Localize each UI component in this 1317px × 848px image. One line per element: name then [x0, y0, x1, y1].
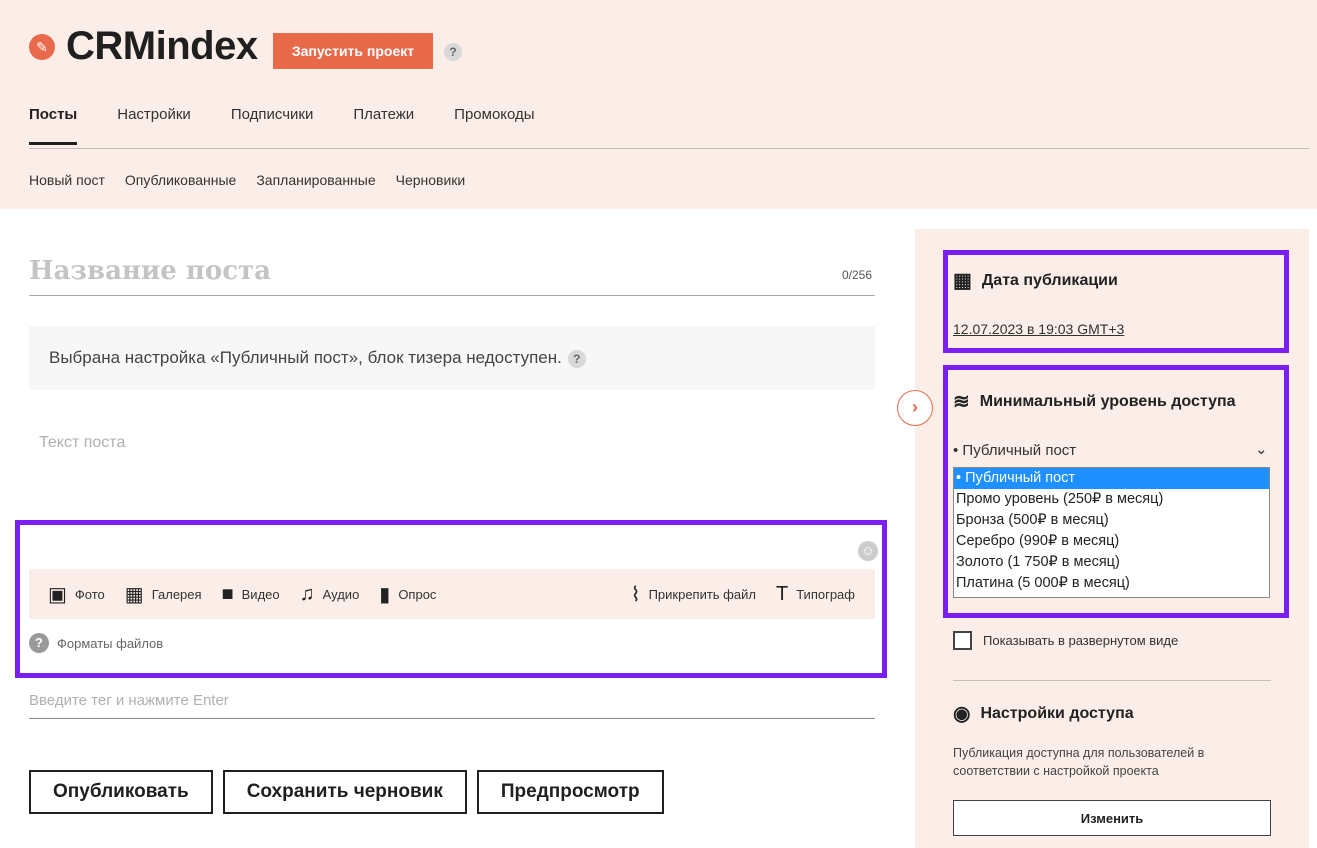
- collapse-sidebar-button[interactable]: ›: [897, 390, 933, 426]
- question-icon: ?: [29, 633, 49, 653]
- access-option[interactable]: Серебро (990₽ в месяц): [954, 531, 1269, 552]
- sub-tabs: Новый пост Опубликованные Запланированны…: [29, 172, 485, 188]
- tag-input[interactable]: Введите тег и нажмите Enter: [29, 692, 229, 709]
- photo-label: Фото: [74, 586, 105, 602]
- save-draft-button[interactable]: Сохранить черновик: [222, 770, 467, 814]
- access-level-select[interactable]: • Публичный пост: [953, 442, 1076, 459]
- post-body-input[interactable]: Текст поста: [39, 434, 125, 452]
- chevron-down-icon[interactable]: ⌄: [1255, 440, 1268, 458]
- access-settings-title: Настройки доступа: [980, 704, 1134, 722]
- pencil-icon: ✎: [29, 34, 55, 60]
- typograph-label: Типограф: [796, 586, 855, 602]
- access-level-value: Публичный пост: [962, 442, 1077, 459]
- tabs-divider: [29, 148, 1309, 149]
- main-tabs: Посты Настройки Подписчики Платежи Промо…: [29, 106, 575, 145]
- tag-underline: [29, 718, 875, 719]
- show-expanded-label: Показывать в развернутом виде: [983, 633, 1179, 648]
- poll-label: Опрос: [398, 586, 437, 602]
- access-settings-description: Публикация доступна для пользователей в …: [953, 746, 1205, 778]
- change-access-button[interactable]: Изменить: [953, 800, 1271, 836]
- publish-date-heading: ▦ Дата публикации: [953, 268, 1118, 293]
- header: ✎ CRMindex Запустить проект ? Посты Наст…: [0, 0, 1317, 209]
- access-option[interactable]: Платина (5 000₽ в месяц): [954, 573, 1269, 594]
- sidebar-divider: [953, 680, 1271, 681]
- access-option-label: Публичный пост: [965, 470, 1076, 486]
- publish-date-section: [943, 250, 1289, 353]
- app-title: CRMindex: [66, 24, 258, 68]
- show-expanded-checkbox[interactable]: [953, 631, 972, 650]
- audio-button[interactable]: ♫ Аудио: [300, 583, 360, 606]
- access-option[interactable]: Бронза (500₽ в месяц): [954, 510, 1269, 531]
- poll-icon: ▮: [379, 583, 391, 606]
- access-option[interactable]: Промо уровень (250₽ в месяц): [954, 489, 1269, 510]
- formats-label: Форматы файлов: [57, 635, 164, 651]
- file-formats-link[interactable]: ? Форматы файлов: [29, 633, 163, 653]
- tab-payments[interactable]: Платежи: [353, 106, 414, 145]
- subtab-scheduled[interactable]: Запланированные: [256, 172, 375, 188]
- notice-text: Выбрана настройка «Публичный пост», блок…: [49, 348, 562, 367]
- typograph-button[interactable]: T Типограф: [776, 583, 855, 606]
- launch-project-button[interactable]: Запустить проект: [273, 33, 433, 69]
- coins-icon: ≋: [953, 391, 970, 413]
- access-level-heading: ≋ Минимальный уровень доступа: [953, 389, 1236, 414]
- tab-promocodes[interactable]: Промокоды: [454, 106, 534, 145]
- access-level-dropdown: • Публичный пост Промо уровень (250₽ в м…: [953, 467, 1270, 598]
- video-icon: ■: [221, 582, 234, 605]
- music-icon: ♫: [299, 582, 315, 605]
- tab-settings[interactable]: Настройки: [117, 106, 191, 145]
- subtab-new-post[interactable]: Новый пост: [29, 172, 105, 188]
- subtab-drafts[interactable]: Черновики: [396, 172, 466, 188]
- access-option[interactable]: • Публичный пост: [954, 468, 1269, 489]
- photo-button[interactable]: ▣ Фото: [48, 582, 105, 607]
- calendar-icon: ▦: [953, 270, 972, 292]
- poll-button[interactable]: ▮ Опрос: [379, 582, 436, 607]
- publish-button[interactable]: Опубликовать: [29, 770, 213, 814]
- subtab-published[interactable]: Опубликованные: [125, 172, 236, 188]
- video-label: Видео: [241, 586, 280, 602]
- help-icon[interactable]: ?: [444, 43, 462, 61]
- paperclip-icon: ⌇: [630, 583, 641, 606]
- media-toolbar: ▣ Фото ▦ Галерея ■ Видео ♫ Аудио ▮ Опрос ⌇ При…: [29, 569, 875, 619]
- audio-label: Аудио: [322, 586, 360, 602]
- video-button[interactable]: ■ Видео: [222, 583, 280, 606]
- preview-button[interactable]: Предпросмотр: [476, 770, 664, 814]
- notice-help-icon[interactable]: ?: [567, 349, 586, 368]
- attachment-toolbar-area: ☺ ▣ Фото ▦ Галерея ■ Видео ♫ Аудио ▮ Опрос ⌇ П…: [15, 520, 887, 678]
- gallery-label: Галерея: [151, 586, 202, 602]
- teaser-notice: Выбрана настройка «Публичный пост», блок…: [29, 326, 875, 390]
- access-level-title: Минимальный уровень доступа: [979, 392, 1236, 410]
- access-option[interactable]: Золото (1 750₽ в месяц): [954, 552, 1269, 573]
- typograph-icon: T: [775, 582, 789, 605]
- access-settings-heading: ◉ Настройки доступа: [953, 701, 1134, 726]
- eye-icon: ◉: [953, 703, 971, 725]
- action-buttons: Опубликовать Сохранить черновик Предпрос…: [29, 770, 674, 814]
- title-counter: 0/256: [842, 268, 873, 282]
- attach-file-button[interactable]: ⌇ Прикрепить файл: [631, 582, 756, 607]
- publish-date-title: Дата публикации: [981, 271, 1118, 289]
- post-title-input[interactable]: Название поста: [29, 256, 271, 286]
- gallery-icon: ▦: [124, 583, 144, 606]
- show-expanded-option: Показывать в развернутом виде: [953, 631, 1178, 650]
- tab-posts[interactable]: Посты: [29, 106, 78, 145]
- tab-subscribers[interactable]: Подписчики: [231, 106, 314, 145]
- attach-label: Прикрепить файл: [648, 586, 756, 602]
- gallery-button[interactable]: ▦ Галерея: [125, 582, 202, 607]
- publish-date-link[interactable]: 12.07.2023 в 19:03 GMT+3: [953, 321, 1124, 337]
- photo-icon: ▣: [48, 583, 67, 606]
- emoji-icon[interactable]: ☺: [858, 541, 878, 561]
- title-underline: [29, 295, 875, 296]
